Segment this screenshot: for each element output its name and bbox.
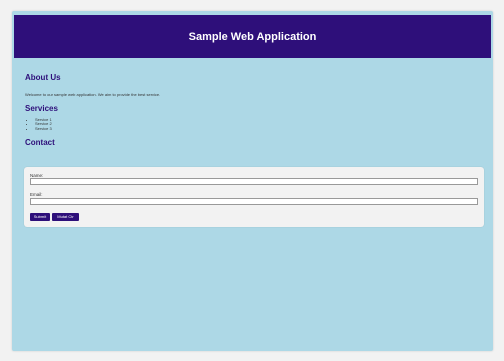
service-item: Service 3 (35, 126, 485, 131)
secondary-button[interactable]: Mutat Ctr (52, 213, 79, 221)
app-title: Sample Web Application (188, 30, 317, 43)
about-text: Welcome to our sample web application. W… (25, 92, 161, 97)
email-label: Email: (30, 192, 43, 197)
app-window: Sample Web Application About Us Welcome … (12, 11, 493, 351)
email-input[interactable] (30, 198, 478, 205)
contact-title: Contact (25, 138, 55, 148)
name-input[interactable] (30, 178, 478, 185)
submit-button[interactable]: Submit (30, 213, 50, 221)
about-title: About Us (25, 73, 61, 82)
main-content: About Us Welcome to our sample web appli… (25, 73, 485, 148)
contact-form: Name: Email: Submit Mutat Ctr (24, 167, 484, 227)
app-header: Sample Web Application (14, 15, 491, 58)
services-list: Service 1 Service 2 Service 3 (25, 117, 485, 131)
services-title: Services (25, 104, 58, 113)
